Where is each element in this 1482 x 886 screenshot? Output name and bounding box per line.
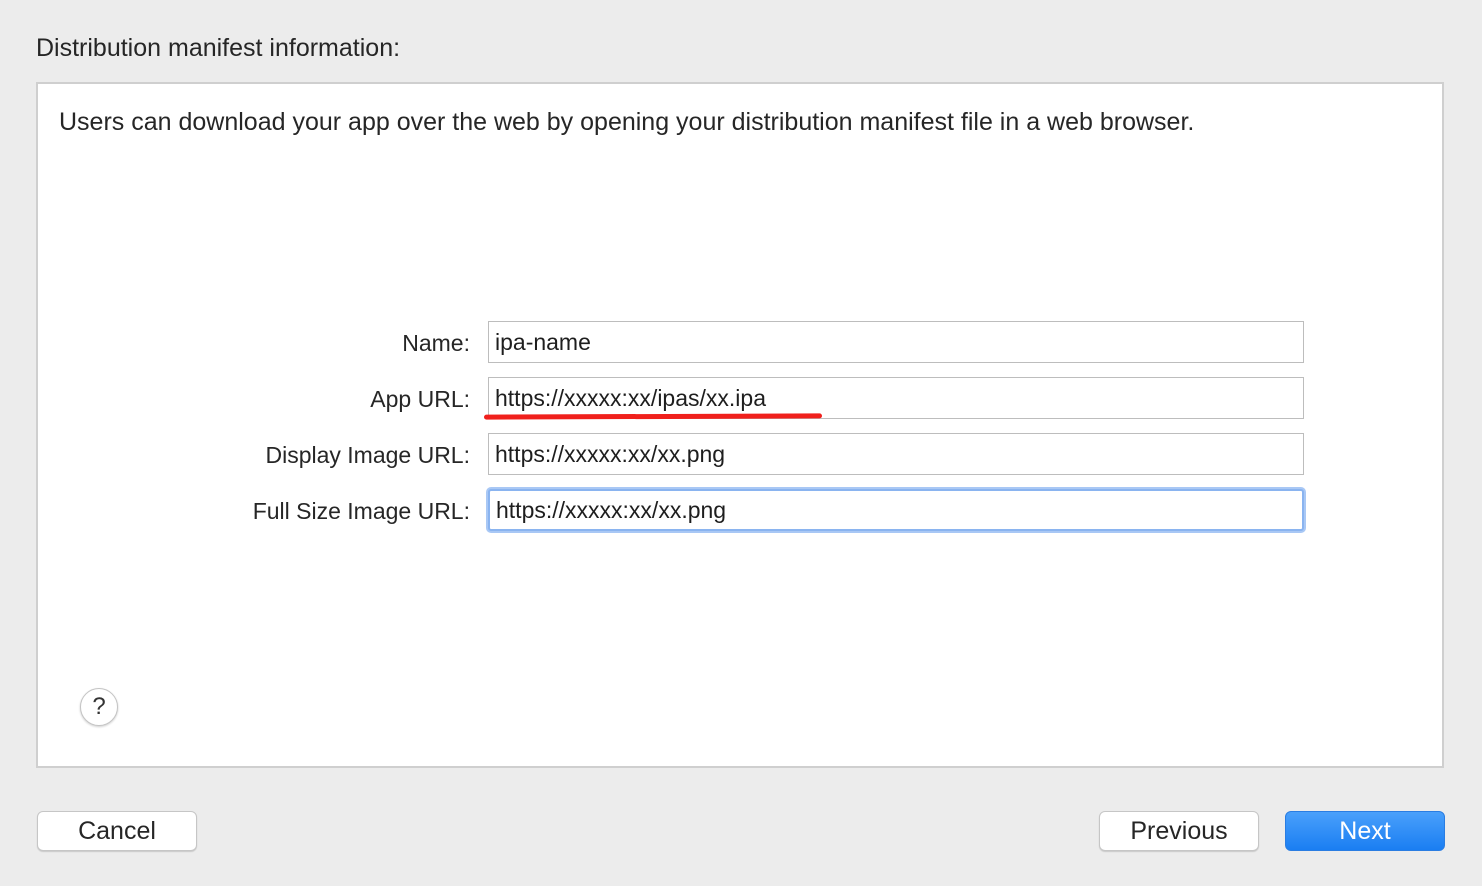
section-title: Distribution manifest information: (36, 34, 401, 62)
display-image-url-input[interactable] (488, 433, 1304, 475)
display-image-url-label: Display Image URL: (265, 442, 470, 468)
next-button[interactable]: Next (1285, 811, 1445, 851)
question-mark-icon: ? (92, 693, 106, 720)
full-size-image-url-input[interactable] (488, 489, 1304, 531)
full-size-image-url-label: Full Size Image URL: (252, 498, 470, 524)
app-url-row: App URL: (38, 377, 1338, 421)
full-size-image-url-row: Full Size Image URL: (38, 489, 1338, 533)
name-input[interactable] (488, 321, 1304, 363)
manifest-panel: Users can download your app over the web… (36, 82, 1444, 768)
name-row: Name: (38, 321, 1338, 365)
distribution-manifest-dialog: Distribution manifest information: Users… (0, 0, 1482, 886)
name-label: Name: (402, 330, 470, 356)
app-url-input[interactable] (488, 377, 1304, 419)
help-button[interactable]: ? (80, 688, 118, 726)
app-url-label: App URL: (370, 386, 470, 412)
description-text: Users can download your app over the web… (59, 108, 1195, 136)
cancel-button[interactable]: Cancel (37, 811, 197, 851)
previous-button[interactable]: Previous (1099, 811, 1259, 851)
display-image-url-row: Display Image URL: (38, 433, 1338, 477)
